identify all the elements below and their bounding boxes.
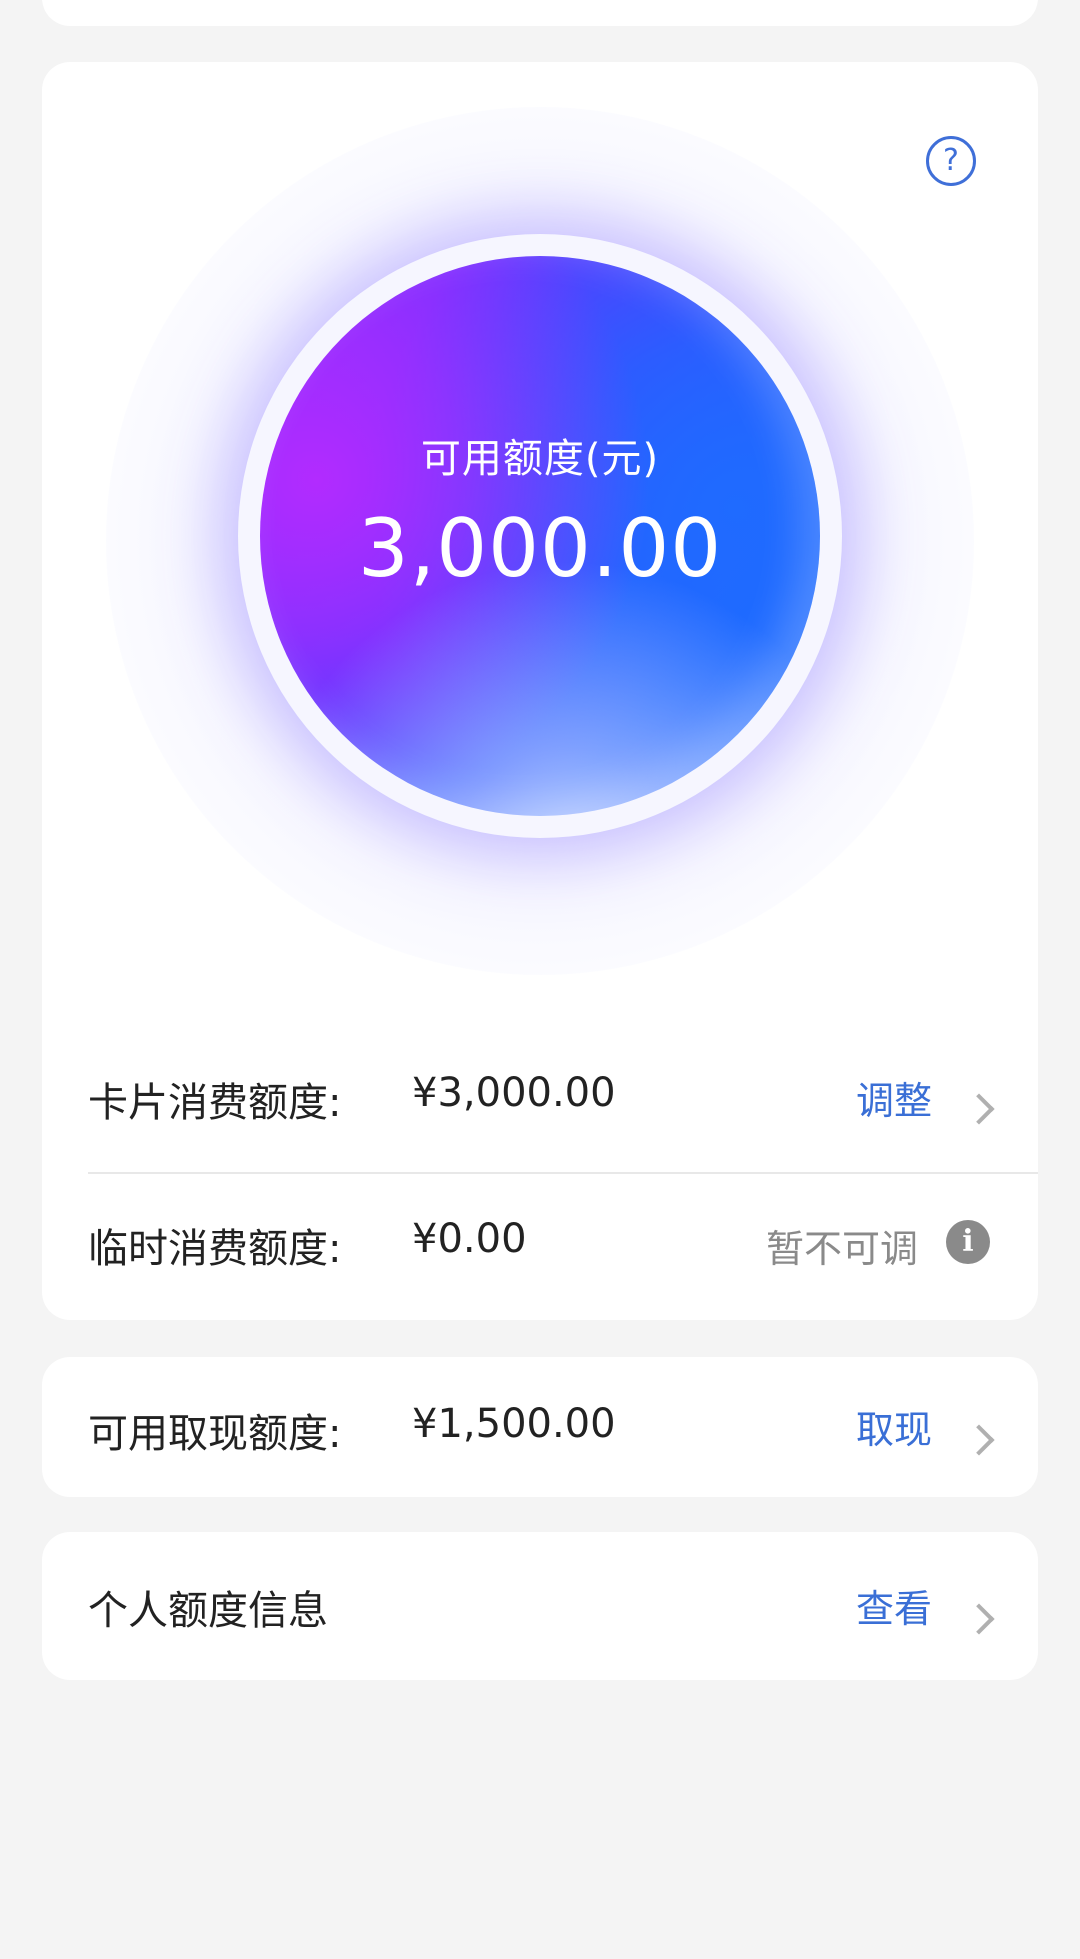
chevron-right-icon [963,1424,995,1456]
card-limit-value: ¥3,000.00 [412,1070,616,1116]
cash-limit-value: ¥1,500.00 [412,1401,616,1447]
available-limit-amount: 3,000.00 [357,502,723,595]
available-limit-label: 可用额度(元) [420,436,660,482]
cash-limit-card[interactable]: 可用取现额度: ¥1,500.00 取现 [42,1357,1038,1497]
temp-limit-label: 临时消费额度: [88,1226,342,1272]
personal-info-label: 个人额度信息 [88,1588,328,1634]
withdraw-link[interactable]: 取现 [856,1399,932,1454]
chevron-right-icon [963,1093,995,1125]
adjust-link[interactable]: 调整 [856,1070,932,1125]
personal-info-card[interactable]: 个人额度信息 查看 [42,1532,1038,1680]
question-icon[interactable]: ? [926,136,976,186]
cash-limit-label: 可用取现额度: [88,1411,342,1457]
page: ? 可用额度(元) 3,000.00 卡片消费额度: ¥3,000.00 调整 … [0,0,1080,1959]
card-limit-label: 卡片消费额度: [88,1080,342,1126]
previous-card [42,0,1038,26]
view-link[interactable]: 查看 [856,1578,932,1633]
temp-limit-value: ¥0.00 [412,1216,527,1262]
info-icon[interactable]: i [946,1220,990,1264]
divider [88,1172,1038,1174]
temp-limit-status: 暂不可调 [765,1227,918,1271]
chevron-right-icon [963,1603,995,1635]
credit-limit-card: ? 可用额度(元) 3,000.00 卡片消费额度: ¥3,000.00 调整 … [42,62,1038,1320]
